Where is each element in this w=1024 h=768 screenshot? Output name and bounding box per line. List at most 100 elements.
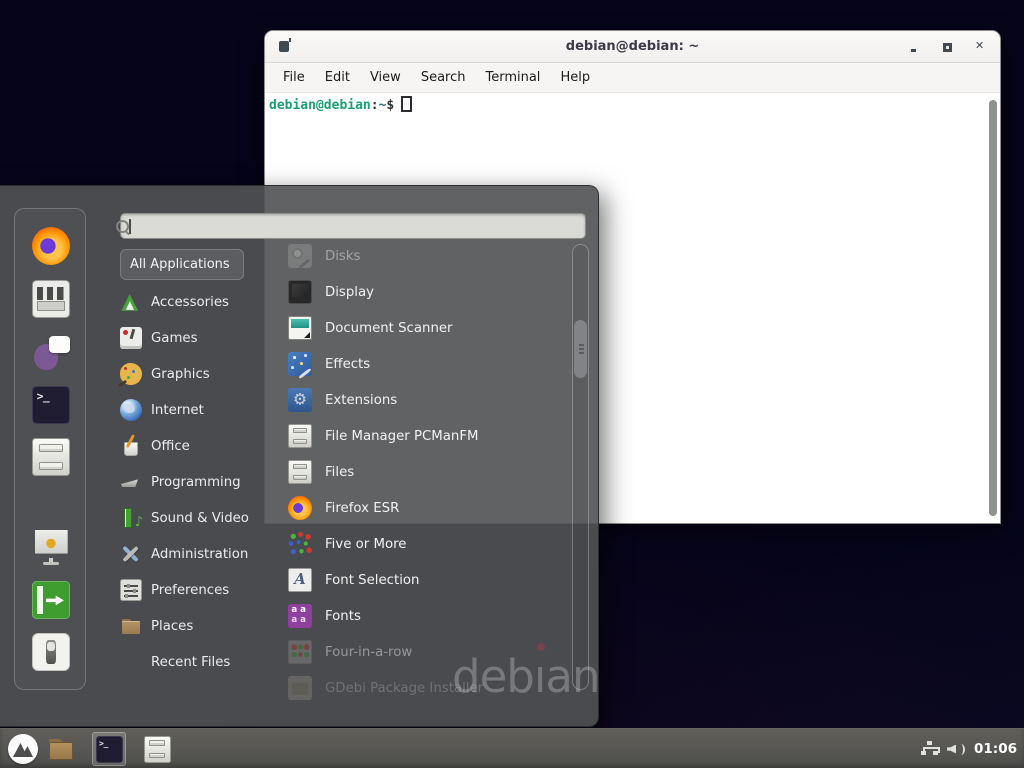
terminal-menu-view[interactable]: View <box>360 66 411 89</box>
taskbar-apps <box>44 732 174 766</box>
taskbar-app-terminal[interactable] <box>92 732 126 766</box>
volume-icon[interactable] <box>947 742 965 757</box>
category-label: Recent Files <box>151 655 230 670</box>
terminal-menu-edit[interactable]: Edit <box>315 66 360 89</box>
network-icon[interactable] <box>921 741 938 757</box>
programming-icon <box>120 471 142 493</box>
document-scanner-icon <box>288 316 312 340</box>
category-label: Office <box>151 439 190 454</box>
terminal-menubar: FileEditViewSearchTerminalHelp <box>265 63 1000 93</box>
app-label: Effects <box>325 357 370 372</box>
category-internet[interactable]: Internet <box>120 392 268 428</box>
favorite-firefox[interactable] <box>32 227 70 265</box>
app-item-files[interactable]: Files <box>288 454 564 490</box>
prompt-symbol: $ <box>386 98 394 113</box>
close-icon[interactable] <box>975 42 986 53</box>
session-lock-screen[interactable] <box>32 529 70 567</box>
favorite-software[interactable] <box>32 280 70 318</box>
internet-icon <box>120 399 142 421</box>
menu-search-box[interactable] <box>120 213 586 239</box>
category-all-applications[interactable]: All Applications <box>120 249 244 280</box>
category-places[interactable]: Places <box>120 608 268 644</box>
app-item-file-manager-pcmanfm[interactable]: File Manager PCManFM <box>288 418 564 454</box>
menu-scrollbar-thumb[interactable] <box>574 320 587 378</box>
category-label: Preferences <box>151 583 229 598</box>
application-list: Disks Display Document Scanner Effects Exten… <box>288 238 564 706</box>
category-administration[interactable]: Administration <box>120 536 268 572</box>
terminal-menu-help[interactable]: Help <box>550 66 600 89</box>
favorite-terminal[interactable] <box>32 386 70 424</box>
sound-video-icon <box>120 507 142 529</box>
app-item-document-scanner[interactable]: Document Scanner <box>288 310 564 346</box>
app-item-display[interactable]: Display <box>288 274 564 310</box>
minimize-icon[interactable] <box>909 42 920 53</box>
favorite-pidgin-messenger[interactable] <box>32 334 70 372</box>
app-label: Disks <box>325 249 361 264</box>
category-programming[interactable]: Programming <box>120 464 268 500</box>
category-preferences[interactable]: Preferences <box>120 572 268 608</box>
category-accessories[interactable]: Accessories <box>120 284 268 320</box>
category-recent-files[interactable]: Recent Files <box>120 644 268 680</box>
terminal-menu-terminal[interactable]: Terminal <box>475 66 550 89</box>
app-label: Display <box>325 285 374 300</box>
category-sound-video[interactable]: Sound & Video <box>120 500 268 536</box>
maximize-icon[interactable] <box>942 42 953 53</box>
category-label: Administration <box>151 547 248 562</box>
category-label: Accessories <box>151 295 229 310</box>
prompt-separator: : <box>371 98 379 113</box>
category-list: Accessories Games Graphics Internet Office Pr… <box>120 284 268 680</box>
category-label: Graphics <box>151 367 210 382</box>
menu-scrollbar[interactable] <box>572 244 589 690</box>
category-label: Games <box>151 331 198 346</box>
taskbar: 01:06 <box>0 728 1024 768</box>
app-label: Five or More <box>325 537 406 552</box>
terminal-titlebar[interactable]: debian@debian: ~ <box>265 31 1000 63</box>
session-shut-down[interactable] <box>32 633 70 671</box>
category-office[interactable]: Office <box>120 428 268 464</box>
app-label: Files <box>325 465 354 480</box>
category-graphics[interactable]: Graphics <box>120 356 268 392</box>
fonts-icon <box>288 604 312 628</box>
terminal-menu-search[interactable]: Search <box>411 66 476 89</box>
effects-icon <box>288 352 312 376</box>
app-item-extensions[interactable]: Extensions <box>288 382 564 418</box>
search-input[interactable] <box>127 216 559 236</box>
session-log-out[interactable] <box>32 581 70 619</box>
category-games[interactable]: Games <box>120 320 268 356</box>
terminal-app-icon <box>96 736 123 763</box>
terminal-cursor <box>401 96 412 112</box>
application-menu: All Applications Accessories Games Graphic… <box>0 185 599 727</box>
category-label: Internet <box>151 403 204 418</box>
app-item-fonts[interactable]: Fonts <box>288 598 564 634</box>
preferences-icon <box>120 579 142 601</box>
terminal-scrollbar[interactable] <box>989 100 997 516</box>
shutdown-icon <box>32 633 70 671</box>
favorite-file-manager[interactable] <box>32 438 70 476</box>
app-item-firefox-esr[interactable]: Firefox ESR <box>288 490 564 526</box>
logout-icon <box>32 581 70 619</box>
app-item-font-selection[interactable]: Font Selection <box>288 562 564 598</box>
taskbar-app-file-manager[interactable] <box>44 732 78 766</box>
display-icon <box>288 280 312 304</box>
app-item-disks[interactable]: Disks <box>288 238 564 274</box>
taskbar-app-files[interactable] <box>140 732 174 766</box>
search-icon <box>115 219 131 235</box>
administration-icon <box>120 543 142 565</box>
terminal-app-icon <box>32 386 70 424</box>
file-cabinet-icon <box>288 424 312 448</box>
app-item-five-or-more[interactable]: Five or More <box>288 526 564 562</box>
terminal-menu-file[interactable]: File <box>273 66 315 89</box>
favorites-rail <box>14 208 86 690</box>
app-label: File Manager PCManFM <box>325 429 478 444</box>
menu-button-icon[interactable] <box>8 734 38 764</box>
system-tray: 01:06 <box>921 729 1017 768</box>
app-label: Fonts <box>325 609 361 624</box>
extensions-icon <box>288 388 312 412</box>
games-icon <box>120 327 142 349</box>
file-cabinet-icon <box>288 460 312 484</box>
terminal-title: debian@debian: ~ <box>566 39 699 54</box>
app-item-effects[interactable]: Effects <box>288 346 564 382</box>
clock[interactable]: 01:06 <box>974 741 1017 757</box>
firefox-icon <box>32 227 70 265</box>
pidgin-icon <box>32 334 70 372</box>
